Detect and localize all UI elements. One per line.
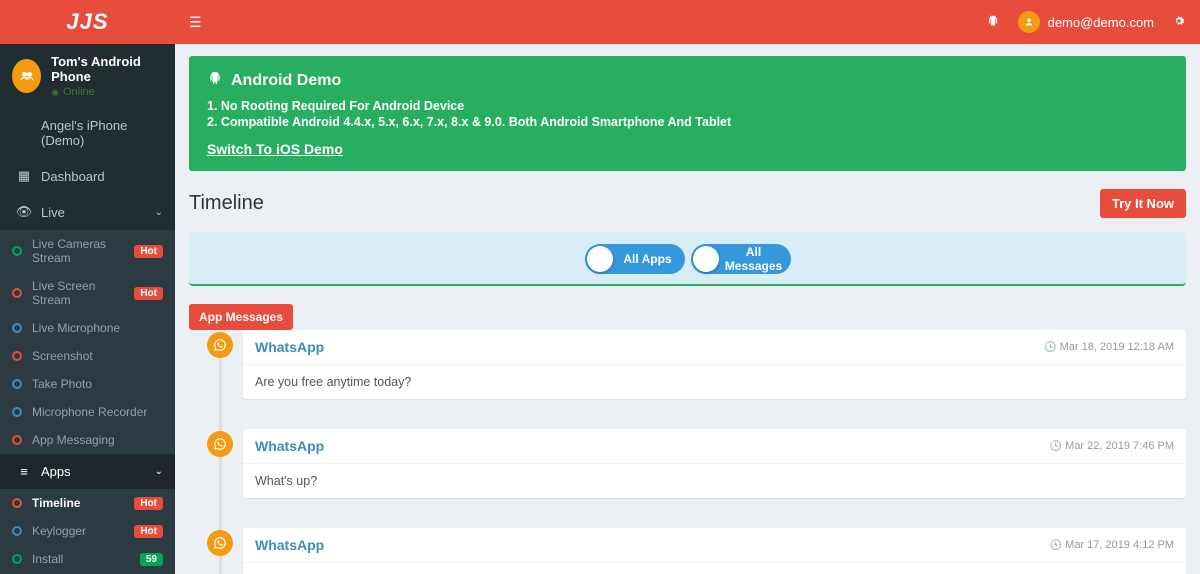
- sidebar-item-live-cameras-stream[interactable]: Live Cameras Stream Hot: [0, 230, 175, 272]
- sidebar-item-keylogger[interactable]: Keylogger Hot: [0, 517, 175, 545]
- bullet-icon: [12, 498, 22, 508]
- timeline-item: WhatsApp Mar 18, 2019 12:18 AM Are you f…: [229, 310, 1186, 399]
- logo[interactable]: JJS: [0, 0, 175, 44]
- sidebar-item-timeline[interactable]: Timeline Hot: [0, 489, 175, 517]
- sidebar-item-take-photo[interactable]: Take Photo: [0, 370, 175, 398]
- chevron-down-icon: ⌄: [155, 207, 163, 218]
- dashboard-icon: ▦: [15, 168, 33, 184]
- banner-line-1: 1. No Rooting Required For Android Devic…: [207, 99, 1168, 113]
- device-panel: Tom's Android Phone Online: [0, 44, 175, 108]
- sidebar-group-apps[interactable]: ≡ Apps ⌄: [0, 454, 175, 489]
- content-wrapper: Android Demo 1. No Rooting Required For …: [175, 44, 1200, 574]
- timeline: App Messages WhatsApp Mar 18, 2019 12:18…: [189, 310, 1186, 574]
- bullet-icon: [12, 351, 22, 361]
- timeline-card[interactable]: WhatsApp Mar 18, 2019 12:18 AM Are you f…: [243, 330, 1186, 399]
- whatsapp-icon: [207, 530, 233, 556]
- device-status: Online: [51, 86, 165, 98]
- whatsapp-icon: [207, 332, 233, 358]
- apps-icon: ≡: [15, 464, 33, 479]
- gear-icon[interactable]: [1172, 14, 1186, 31]
- bullet-icon: [12, 323, 22, 333]
- toggle-all-messages[interactable]: All Messages: [691, 244, 791, 274]
- timeline-card[interactable]: WhatsApp Mar 22, 2019 7:46 PM What's up?: [243, 429, 1186, 498]
- badge: Hot: [134, 497, 163, 510]
- top-header: JJS ☰ demo@demo.com: [0, 0, 1200, 44]
- user-menu[interactable]: demo@demo.com: [1018, 11, 1154, 33]
- user-email: demo@demo.com: [1048, 15, 1154, 30]
- whatsapp-icon: [207, 431, 233, 457]
- toggle-knob: [587, 246, 613, 272]
- badge: Hot: [134, 245, 163, 258]
- header-right: demo@demo.com: [968, 11, 1186, 33]
- badge: Hot: [134, 525, 163, 538]
- badge: 59: [140, 553, 163, 566]
- banner-line-2: 2. Compatible Android 4.4.x, 5.x, 6.x, 7…: [207, 115, 1168, 129]
- sidebar-item-dashboard[interactable]: ▦ Dashboard: [0, 158, 175, 194]
- sidebar-item-microphone-recorder[interactable]: Microphone Recorder: [0, 398, 175, 426]
- toggle-all-apps[interactable]: All Apps: [585, 244, 685, 274]
- hamburger-icon[interactable]: ☰: [189, 14, 202, 31]
- timestamp: Mar 22, 2019 7:46 PM: [1050, 440, 1174, 452]
- bullet-icon: [12, 554, 22, 564]
- timestamp: Mar 17, 2019 4:12 PM: [1050, 539, 1174, 551]
- banner-title: Android Demo: [231, 72, 341, 90]
- android-icon: [207, 70, 223, 91]
- sidebar-item-install[interactable]: Install 59: [0, 545, 175, 573]
- app-name: WhatsApp: [255, 339, 324, 355]
- badge: Hot: [134, 287, 163, 300]
- bullet-icon: [12, 407, 22, 417]
- message-body: What's up?: [243, 464, 1186, 498]
- timestamp: Mar 18, 2019 12:18 AM: [1044, 341, 1174, 353]
- bullet-icon: [12, 435, 22, 445]
- android-icon[interactable]: [986, 14, 1000, 31]
- chevron-down-icon: ⌄: [155, 466, 163, 477]
- bullet-icon: [12, 379, 22, 389]
- sidebar: Tom's Android Phone Online Angel's iPhon…: [0, 44, 175, 574]
- device-avatar: [12, 59, 41, 93]
- message-body: Are you free anytime today?: [243, 365, 1186, 399]
- page-title: Timeline: [189, 192, 264, 215]
- app-name: WhatsApp: [255, 438, 324, 454]
- bullet-icon: [12, 526, 22, 536]
- live-icon: 👁: [15, 204, 33, 220]
- sidebar-item-iphone[interactable]: Angel's iPhone (Demo): [0, 108, 175, 158]
- sidebar-item-live-screen-stream[interactable]: Live Screen Stream Hot: [0, 272, 175, 314]
- try-it-now-button[interactable]: Try It Now: [1100, 189, 1186, 218]
- bullet-icon: [12, 246, 22, 256]
- switch-ios-link[interactable]: Switch To iOS Demo: [207, 141, 343, 157]
- bullet-icon: [12, 288, 22, 298]
- filter-bar: All Apps All Messages: [189, 232, 1186, 286]
- sidebar-item-app-messaging[interactable]: App Messaging: [0, 426, 175, 454]
- toggle-knob: [693, 246, 719, 272]
- device-name: Tom's Android Phone: [51, 54, 165, 84]
- avatar: [1018, 11, 1040, 33]
- timeline-card[interactable]: WhatsApp Mar 17, 2019 4:12 PM I want to …: [243, 528, 1186, 574]
- timeline-item: WhatsApp Mar 22, 2019 7:46 PM What's up?: [229, 409, 1186, 498]
- message-body: I want to invite you to go to the movies…: [243, 563, 1186, 574]
- sidebar-item-screenshot[interactable]: Screenshot: [0, 342, 175, 370]
- sidebar-item-live-microphone[interactable]: Live Microphone: [0, 314, 175, 342]
- header-main: ☰ demo@demo.com: [175, 11, 1200, 33]
- demo-banner: Android Demo 1. No Rooting Required For …: [189, 56, 1186, 171]
- timeline-item: WhatsApp Mar 17, 2019 4:12 PM I want to …: [229, 508, 1186, 574]
- app-name: WhatsApp: [255, 537, 324, 553]
- sidebar-group-live[interactable]: 👁 Live ⌄: [0, 194, 175, 230]
